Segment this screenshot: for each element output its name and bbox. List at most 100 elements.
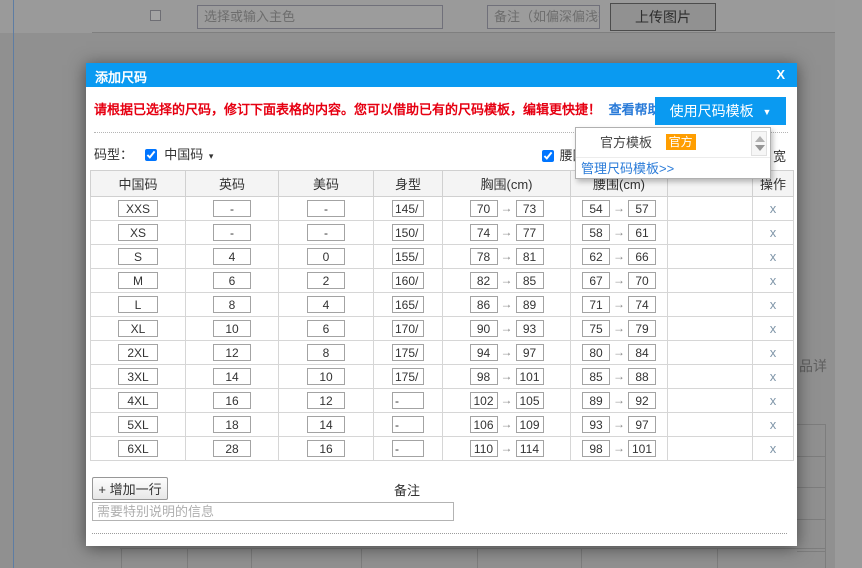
waist-from-input[interactable]: [582, 296, 610, 313]
us-size-input[interactable]: [307, 248, 345, 265]
delete-row-button[interactable]: x: [770, 201, 777, 216]
uk-size-input[interactable]: [213, 440, 251, 457]
waist-from-input[interactable]: [582, 368, 610, 385]
body-type-input[interactable]: [392, 344, 424, 361]
bust-to-input[interactable]: [516, 392, 544, 409]
waist-to-input[interactable]: [628, 296, 656, 313]
bust-to-input[interactable]: [516, 320, 544, 337]
delete-row-button[interactable]: x: [770, 417, 777, 432]
close-icon[interactable]: X: [776, 67, 785, 82]
china-size-label[interactable]: 中国码: [164, 147, 203, 162]
waist-to-input[interactable]: [628, 320, 656, 337]
body-type-input[interactable]: [392, 200, 424, 217]
waist-to-input[interactable]: [628, 272, 656, 289]
bust-from-input[interactable]: [470, 344, 498, 361]
us-size-input[interactable]: [307, 272, 345, 289]
body-type-input[interactable]: [392, 296, 424, 313]
waist-to-input[interactable]: [628, 416, 656, 433]
waist-to-input[interactable]: [628, 344, 656, 361]
uk-size-input[interactable]: [213, 296, 251, 313]
waist-from-input[interactable]: [582, 320, 610, 337]
us-size-input[interactable]: [307, 344, 345, 361]
waist-from-input[interactable]: [582, 272, 610, 289]
bust-from-input[interactable]: [470, 320, 498, 337]
waist-from-input[interactable]: [582, 344, 610, 361]
waist-to-input[interactable]: [628, 248, 656, 265]
bust-from-input[interactable]: [470, 296, 498, 313]
waist-to-input[interactable]: [628, 200, 656, 217]
waist-from-input[interactable]: [582, 416, 610, 433]
delete-row-button[interactable]: x: [770, 225, 777, 240]
us-size-input[interactable]: [307, 224, 345, 241]
uk-size-input[interactable]: [213, 392, 251, 409]
waist-from-input[interactable]: [582, 248, 610, 265]
cn-size-input[interactable]: [118, 368, 158, 385]
uk-size-input[interactable]: [213, 272, 251, 289]
waist-to-input[interactable]: [628, 224, 656, 241]
body-type-input[interactable]: [392, 224, 424, 241]
us-size-input[interactable]: [307, 200, 345, 217]
bust-from-input[interactable]: [470, 440, 498, 457]
delete-row-button[interactable]: x: [770, 369, 777, 384]
bust-to-input[interactable]: [516, 440, 544, 457]
delete-row-button[interactable]: x: [770, 393, 777, 408]
bust-from-input[interactable]: [470, 392, 498, 409]
uk-size-input[interactable]: [213, 320, 251, 337]
uk-size-input[interactable]: [213, 224, 251, 241]
bust-from-input[interactable]: [470, 200, 498, 217]
bust-to-input[interactable]: [516, 344, 544, 361]
note-input[interactable]: [92, 502, 454, 521]
bust-to-input[interactable]: [516, 296, 544, 313]
china-size-checkbox[interactable]: [145, 149, 157, 161]
cn-size-input[interactable]: [118, 392, 158, 409]
bust-from-input[interactable]: [470, 272, 498, 289]
add-row-button[interactable]: + 增加一行: [92, 477, 168, 500]
uk-size-input[interactable]: [213, 344, 251, 361]
body-type-input[interactable]: [392, 440, 424, 457]
bust-to-input[interactable]: [516, 272, 544, 289]
bust-from-input[interactable]: [470, 368, 498, 385]
us-size-input[interactable]: [307, 368, 345, 385]
body-type-input[interactable]: [392, 272, 424, 289]
uk-size-input[interactable]: [213, 416, 251, 433]
bust-to-input[interactable]: [516, 368, 544, 385]
us-size-input[interactable]: [307, 296, 345, 313]
bust-to-input[interactable]: [516, 224, 544, 241]
bust-to-input[interactable]: [516, 416, 544, 433]
use-size-template-button[interactable]: 使用尺码模板 ▼: [655, 97, 786, 125]
cn-size-input[interactable]: [118, 440, 158, 457]
waist-from-input[interactable]: [582, 224, 610, 241]
cn-size-input[interactable]: [118, 272, 158, 289]
uk-size-input[interactable]: [213, 200, 251, 217]
cn-size-input[interactable]: [118, 344, 158, 361]
waist-checkbox[interactable]: [542, 150, 554, 162]
body-type-input[interactable]: [392, 368, 424, 385]
uk-size-input[interactable]: [213, 248, 251, 265]
waist-to-input[interactable]: [628, 368, 656, 385]
body-type-input[interactable]: [392, 320, 424, 337]
body-type-input[interactable]: [392, 416, 424, 433]
body-type-input[interactable]: [392, 392, 424, 409]
waist-from-input[interactable]: [582, 200, 610, 217]
help-link[interactable]: 查看帮助: [609, 102, 661, 117]
cn-size-input[interactable]: [118, 416, 158, 433]
bust-from-input[interactable]: [470, 224, 498, 241]
delete-row-button[interactable]: x: [770, 321, 777, 336]
scroll-up-icon[interactable]: [755, 136, 765, 142]
cn-size-input[interactable]: [118, 200, 158, 217]
chevron-down-icon[interactable]: ▾: [209, 151, 214, 161]
us-size-input[interactable]: [307, 416, 345, 433]
us-size-input[interactable]: [307, 392, 345, 409]
us-size-input[interactable]: [307, 320, 345, 337]
cn-size-input[interactable]: [118, 320, 158, 337]
waist-to-input[interactable]: [628, 392, 656, 409]
bust-from-input[interactable]: [470, 416, 498, 433]
scroll-down-icon[interactable]: [755, 145, 765, 151]
manage-size-templates-link[interactable]: 管理尺码模板>>: [576, 157, 770, 178]
bust-to-input[interactable]: [516, 200, 544, 217]
delete-row-button[interactable]: x: [770, 345, 777, 360]
waist-from-input[interactable]: [582, 392, 610, 409]
bust-from-input[interactable]: [470, 248, 498, 265]
delete-row-button[interactable]: x: [770, 249, 777, 264]
cn-size-input[interactable]: [118, 224, 158, 241]
